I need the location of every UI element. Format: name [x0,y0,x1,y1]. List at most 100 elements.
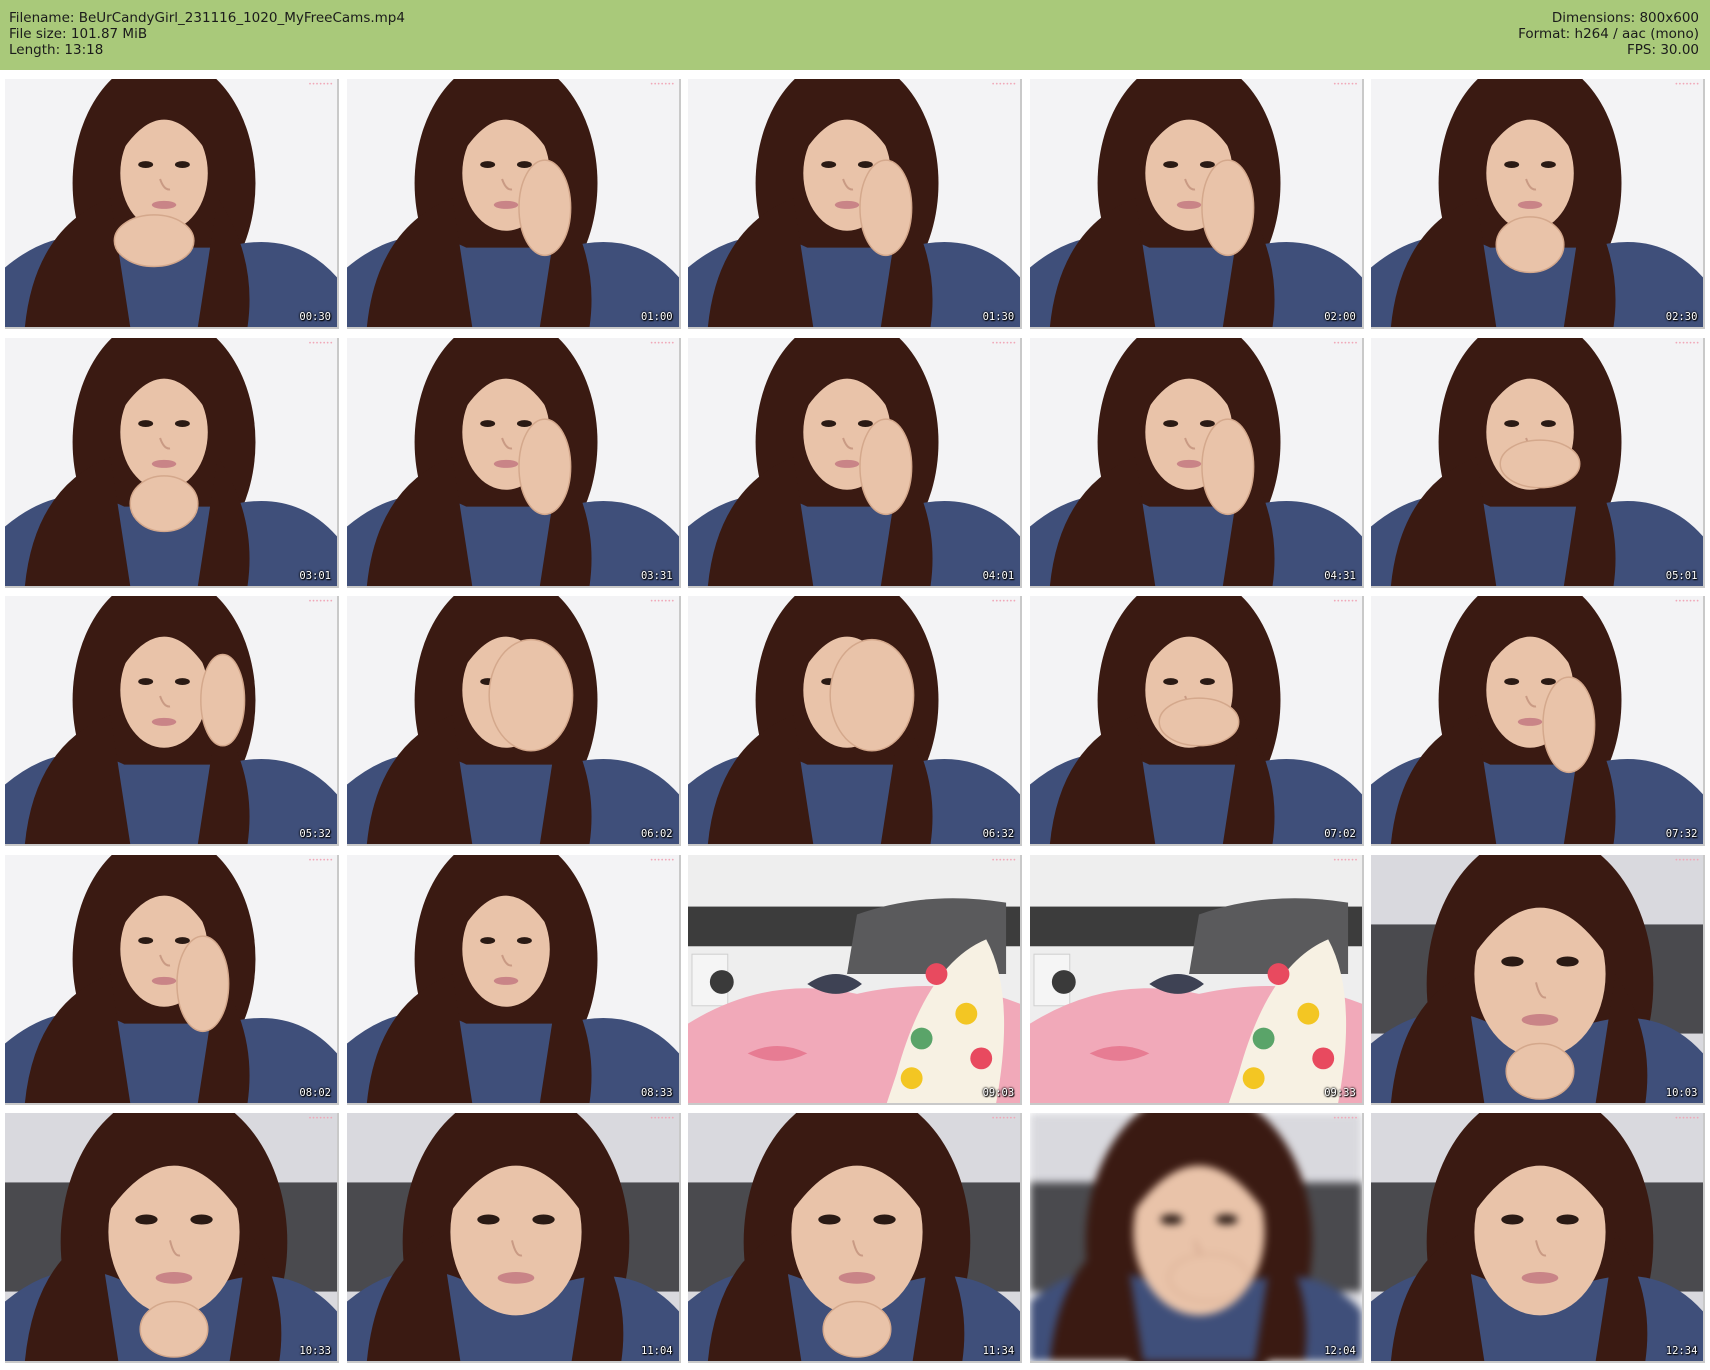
video-frame-image [346,854,679,1103]
filesize-row: File size: 101.87 MiB [9,26,405,42]
watermark-mark: ••••••• [1333,856,1358,864]
thumbnail: ••••••• 08:02 [5,854,339,1105]
thumbnail: ••••••• 01:30 [688,79,1023,329]
timestamp: 10:33 [299,1345,331,1357]
fps-row: FPS: 30.00 [1518,42,1699,58]
info-header: Filename: BeUrCandyGirl_231116_1020_MyFr… [0,0,1710,70]
watermark-mark: ••••••• [991,81,1017,88]
watermark-mark: ••••••• [1674,339,1700,347]
watermark-mark: ••••••• [308,856,333,864]
thumbnail: ••••••• 00:30 [5,79,339,329]
thumbnail: ••••••• 08:33 [346,854,681,1105]
fps-value: 30.00 [1660,42,1699,58]
video-frame-image [1371,79,1704,327]
timestamp: 03:01 [299,569,331,582]
timestamp: 11:04 [640,1345,673,1357]
thumbnail: ••••••• 04:31 [1029,337,1364,588]
watermark-mark: ••••••• [649,339,675,347]
video-frame-image [1371,854,1704,1103]
thumbnail: ••••••• 11:34 [688,1113,1023,1363]
thumbnail: ••••••• 01:00 [346,79,681,329]
timestamp: 06:02 [640,828,673,840]
watermark-mark: ••••••• [1333,598,1358,605]
timestamp: 08:02 [299,1086,331,1099]
watermark-mark: ••••••• [649,856,675,864]
watermark-mark: ••••••• [991,339,1017,347]
timestamp: 01:30 [982,311,1015,323]
timestamp: 02:00 [1324,311,1356,323]
thumbnail-grid: ••••••• 00:30 ••••••• 01:00 ••••••• 01:30 ••••… [0,70,1710,1370]
watermark-mark: ••••••• [991,1115,1017,1122]
thumbnail: ••••••• 10:33 [5,1113,339,1363]
filesize-label: File size: [9,26,67,42]
watermark-mark: ••••••• [308,339,333,347]
video-frame-image [346,1113,679,1361]
watermark-mark: ••••••• [1674,598,1700,605]
dimensions-value: 800x600 [1639,10,1699,26]
timestamp: 12:34 [1665,1345,1698,1357]
video-frame-image [5,1113,337,1361]
video-frame-image [1029,596,1362,844]
video-frame-image [1029,1113,1362,1361]
video-frame-image [1029,337,1362,586]
thumbnail: ••••••• 09:33 [1029,854,1364,1105]
watermark-mark: ••••••• [649,598,675,605]
video-frame-image [1371,596,1704,844]
video-frame-image [346,79,679,327]
length-label: Length: [9,42,61,58]
filesize-value: 101.87 MiB [70,26,148,42]
thumbnail: ••••••• 03:31 [346,337,681,588]
timestamp: 05:32 [299,828,331,840]
format-value: h264 / aac (mono) [1574,26,1699,42]
format-row: Format: h264 / aac (mono) [1518,26,1699,42]
watermark-mark: ••••••• [308,81,333,88]
video-frame-image [688,1113,1021,1361]
thumbnail: ••••••• 02:00 [1029,79,1364,329]
timestamp: 09:33 [1324,1086,1356,1099]
video-frame-image [688,854,1021,1103]
timestamp: 02:30 [1665,311,1698,323]
timestamp: 07:32 [1665,828,1698,840]
video-frame-image [346,596,679,844]
length-value: 13:18 [64,42,104,58]
watermark-mark: ••••••• [308,1115,333,1122]
timestamp: 00:30 [299,311,331,323]
timestamp: 10:03 [1665,1086,1698,1099]
video-frame-image [688,337,1021,586]
filename-label: Filename: [9,10,75,26]
timestamp: 08:33 [640,1086,673,1099]
timestamp: 12:04 [1324,1345,1356,1357]
watermark-mark: ••••••• [991,598,1017,605]
thumbnail: ••••••• 02:30 [1371,79,1706,329]
watermark-mark: ••••••• [1333,81,1358,88]
watermark-mark: ••••••• [1674,856,1700,864]
timestamp: 04:31 [1324,569,1356,582]
thumbnail: ••••••• 12:04 [1029,1113,1364,1363]
watermark-mark: ••••••• [649,1115,675,1122]
video-frame-image [346,337,679,586]
length-row: Length: 13:18 [9,42,405,58]
thumbnail: ••••••• 07:32 [1371,596,1706,846]
thumbnail: ••••••• 05:32 [5,596,339,846]
stream-info: Dimensions: 800x600 Format: h264 / aac (… [1518,10,1699,58]
thumbnail: ••••••• 07:02 [1029,596,1364,846]
watermark-mark: ••••••• [1333,339,1358,347]
filename-row: Filename: BeUrCandyGirl_231116_1020_MyFr… [9,10,405,26]
thumbnail: ••••••• 11:04 [346,1113,681,1363]
thumbnail: ••••••• 03:01 [5,337,339,588]
fps-label: FPS: [1627,42,1657,58]
timestamp: 11:34 [982,1345,1015,1357]
video-frame-image [1029,79,1362,327]
video-frame-image [1371,1113,1704,1361]
watermark-mark: ••••••• [649,81,675,88]
video-frame-image [5,854,337,1103]
dimensions-row: Dimensions: 800x600 [1518,10,1699,26]
thumbnail: ••••••• 09:03 [688,854,1023,1105]
thumbnail: ••••••• 06:02 [346,596,681,846]
watermark-mark: ••••••• [1674,81,1700,88]
thumbnail: ••••••• 05:01 [1371,337,1706,588]
timestamp: 09:03 [982,1086,1015,1099]
timestamp: 05:01 [1665,569,1698,582]
video-frame-image [1371,337,1704,586]
file-info: Filename: BeUrCandyGirl_231116_1020_MyFr… [9,10,405,58]
